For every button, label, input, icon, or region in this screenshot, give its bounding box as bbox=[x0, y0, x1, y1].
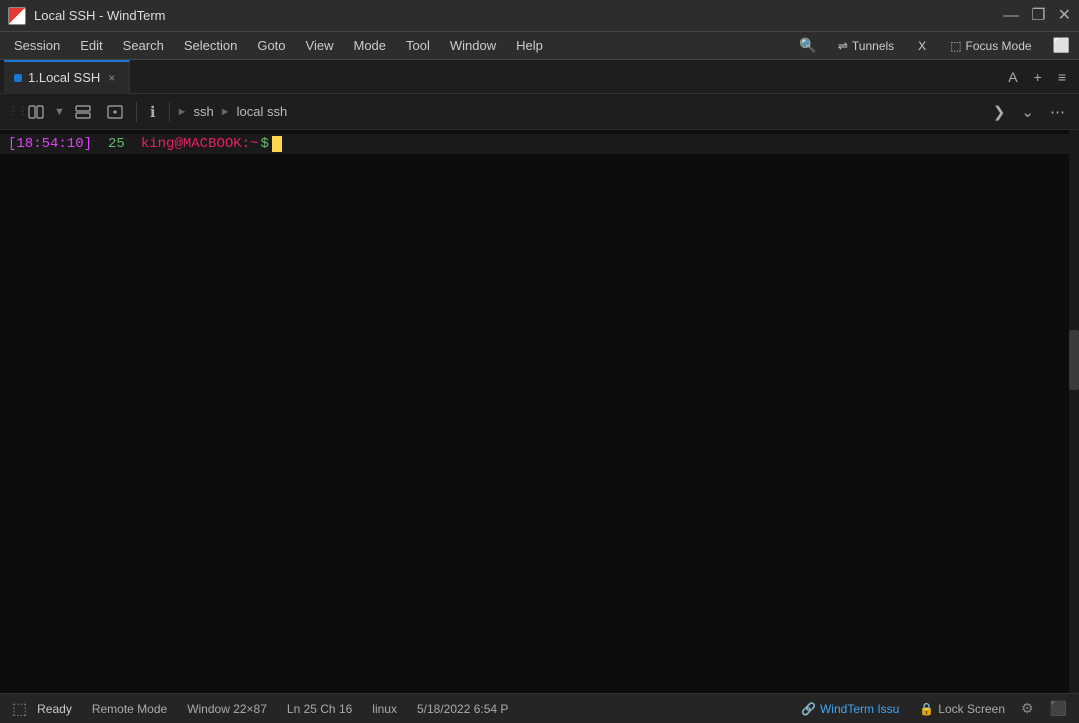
new-session-button[interactable] bbox=[101, 100, 129, 124]
toolbar-end: ❯ ⌄ ⋯ bbox=[987, 99, 1071, 125]
expand-button[interactable]: ⬜ bbox=[1048, 34, 1075, 57]
timestamp: [18:54:10] bbox=[8, 136, 92, 152]
restore-button[interactable]: ❐ bbox=[1031, 8, 1045, 24]
prompt-user: king bbox=[141, 136, 175, 152]
dropdown-button[interactable]: ⌄ bbox=[1015, 99, 1040, 125]
terminal-scrollbar[interactable] bbox=[1069, 130, 1079, 693]
tab-close-button[interactable]: × bbox=[106, 70, 117, 86]
prompt-host: MACBOOK bbox=[183, 136, 242, 152]
terminal-cursor bbox=[272, 136, 282, 152]
lock-screen-label: Lock Screen bbox=[938, 702, 1005, 716]
minimize-button[interactable]: — bbox=[1003, 8, 1019, 24]
status-bar: ⬚ Ready Remote Mode Window 22×87 Ln 25 C… bbox=[0, 693, 1079, 723]
menu-edit[interactable]: Edit bbox=[70, 34, 112, 57]
close-button[interactable]: ✕ bbox=[1058, 8, 1071, 24]
menu-help[interactable]: Help bbox=[506, 34, 553, 57]
menu-tool[interactable]: Tool bbox=[396, 34, 440, 57]
breadcrumb-ssh[interactable]: ssh bbox=[193, 104, 213, 119]
window-controls: — ❐ ✕ bbox=[1003, 8, 1071, 24]
title-bar: Local SSH - WindTerm — ❐ ✕ bbox=[0, 0, 1079, 32]
terminal-prompt-line: [18:54:10] 25 king @ MACBOOK : ~ $ bbox=[0, 134, 1079, 154]
status-os: linux bbox=[372, 702, 397, 716]
app-icon bbox=[8, 7, 26, 25]
windterm-issue-link[interactable]: 🔗 WindTerm Issu bbox=[801, 702, 899, 716]
toolbar-drag-handle: ⋮⋮ bbox=[8, 106, 16, 117]
font-size-button[interactable]: A bbox=[1003, 67, 1022, 87]
lock-screen-button[interactable]: 🔒 Lock Screen bbox=[919, 702, 1005, 716]
info-button[interactable]: ℹ bbox=[144, 99, 162, 125]
status-datetime: 5/18/2022 6:54 P bbox=[417, 702, 508, 716]
menu-window[interactable]: Window bbox=[440, 34, 506, 57]
layout-icon[interactable]: ⬛ bbox=[1050, 700, 1067, 717]
window-title: Local SSH - WindTerm bbox=[34, 8, 165, 23]
x-button[interactable]: X bbox=[910, 36, 934, 56]
tab-right-controls: A + ≡ bbox=[1003, 67, 1079, 87]
toolbar: ⋮⋮ ▼ ℹ ► ssh ► local ssh ❯ ⌄ ⋯ bbox=[0, 94, 1079, 130]
menu-goto[interactable]: Goto bbox=[247, 34, 295, 57]
tab-bar: 1.Local SSH × A + ≡ bbox=[0, 60, 1079, 94]
focus-mode-icon: ⬚ bbox=[950, 39, 961, 53]
windterm-link-icon: 🔗 bbox=[801, 702, 816, 716]
breadcrumb-local-ssh[interactable]: local ssh bbox=[237, 104, 288, 119]
lock-icon: 🔒 bbox=[919, 702, 934, 716]
breadcrumb: ► ssh ► local ssh bbox=[177, 104, 288, 119]
menu-bar: Session Edit Search Selection Goto View … bbox=[0, 32, 1079, 60]
tunnels-icon: ⇌ bbox=[838, 39, 848, 53]
windterm-link-label: WindTerm Issu bbox=[820, 702, 899, 716]
tab-local-ssh[interactable]: 1.Local SSH × bbox=[4, 60, 130, 94]
menu-view[interactable]: View bbox=[296, 34, 344, 57]
tab-label: 1.Local SSH bbox=[28, 70, 100, 85]
forward-button[interactable]: ❯ bbox=[987, 99, 1012, 125]
status-left-icon[interactable]: ⬚ bbox=[12, 699, 27, 719]
menu-search[interactable]: Search bbox=[113, 34, 174, 57]
search-icon[interactable]: 🔍 bbox=[794, 34, 821, 57]
breadcrumb-arrow-1: ► bbox=[177, 106, 188, 118]
status-ready: Ready bbox=[37, 702, 72, 716]
breadcrumb-arrow-2: ► bbox=[220, 106, 231, 118]
toolbar-separator-2 bbox=[169, 102, 170, 122]
tab-indicator bbox=[14, 74, 22, 82]
menu-session[interactable]: Session bbox=[4, 34, 70, 57]
menu-selection[interactable]: Selection bbox=[174, 34, 247, 57]
x-label: X bbox=[918, 39, 926, 53]
scrollbar-thumb[interactable] bbox=[1069, 330, 1079, 390]
new-tab-button[interactable]: + bbox=[1029, 67, 1047, 87]
tab-menu-button[interactable]: ≡ bbox=[1053, 67, 1071, 87]
status-remote-mode: Remote Mode bbox=[92, 702, 167, 716]
tunnels-button[interactable]: ⇌ Tunnels bbox=[830, 36, 902, 56]
split-dropdown-arrow[interactable]: ▼ bbox=[54, 106, 65, 118]
prompt-at: @ bbox=[174, 136, 182, 152]
focus-mode-label: Focus Mode bbox=[966, 39, 1032, 53]
prompt-dollar: $ bbox=[260, 136, 268, 152]
menu-mode[interactable]: Mode bbox=[343, 34, 396, 57]
status-cursor-pos: Ln 25 Ch 16 bbox=[287, 702, 352, 716]
terminal-area[interactable]: [18:54:10] 25 king @ MACBOOK : ~ $ bbox=[0, 130, 1079, 693]
settings-gear-icon[interactable]: ⚙ bbox=[1021, 700, 1034, 717]
toolbar-separator-1 bbox=[136, 102, 137, 122]
tunnels-label: Tunnels bbox=[852, 39, 894, 53]
title-bar-left: Local SSH - WindTerm bbox=[8, 7, 165, 25]
focus-mode-button[interactable]: ⬚ Focus Mode bbox=[942, 36, 1039, 56]
menu-right-area: 🔍 ⇌ Tunnels X ⬚ Focus Mode ⬜ bbox=[794, 34, 1075, 57]
prompt-path: ~ bbox=[250, 136, 258, 152]
more-button[interactable]: ⋯ bbox=[1044, 99, 1071, 125]
status-window-size: Window 22×87 bbox=[187, 702, 267, 716]
split-vertical-button[interactable] bbox=[69, 100, 97, 124]
prompt-colon: : bbox=[242, 136, 250, 152]
line-number: 25 bbox=[108, 136, 125, 152]
split-horizontal-button[interactable] bbox=[22, 100, 50, 124]
